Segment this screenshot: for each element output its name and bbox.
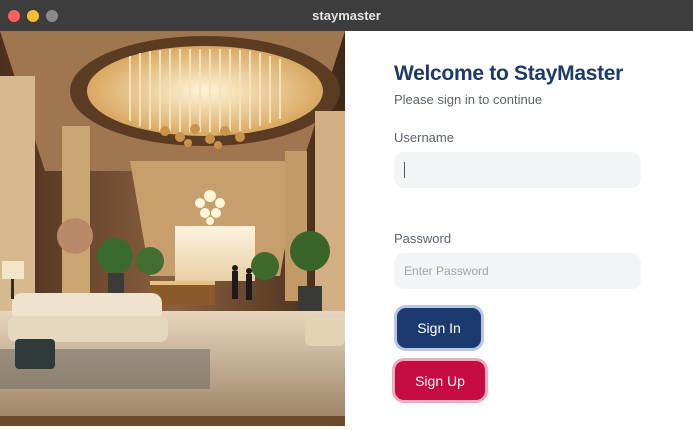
- hotel-lobby-image: [0, 31, 345, 426]
- username-input[interactable]: [394, 152, 641, 188]
- password-input[interactable]: [394, 253, 641, 289]
- text-cursor: [404, 162, 405, 178]
- window-title: staymaster: [312, 8, 381, 23]
- app-window: staymaster Welcome to StayMaster Please …: [0, 0, 693, 430]
- sign-up-button[interactable]: Sign Up: [395, 361, 485, 400]
- login-panel: Welcome to StayMaster Please sign in to …: [345, 31, 693, 430]
- sign-in-subtitle: Please sign in to continue: [394, 92, 543, 107]
- title-bar: staymaster: [0, 0, 693, 31]
- password-label: Password: [394, 231, 452, 246]
- welcome-heading: Welcome to StayMaster: [394, 62, 624, 85]
- username-label: Username: [394, 130, 454, 145]
- sign-in-button[interactable]: Sign In: [397, 308, 481, 348]
